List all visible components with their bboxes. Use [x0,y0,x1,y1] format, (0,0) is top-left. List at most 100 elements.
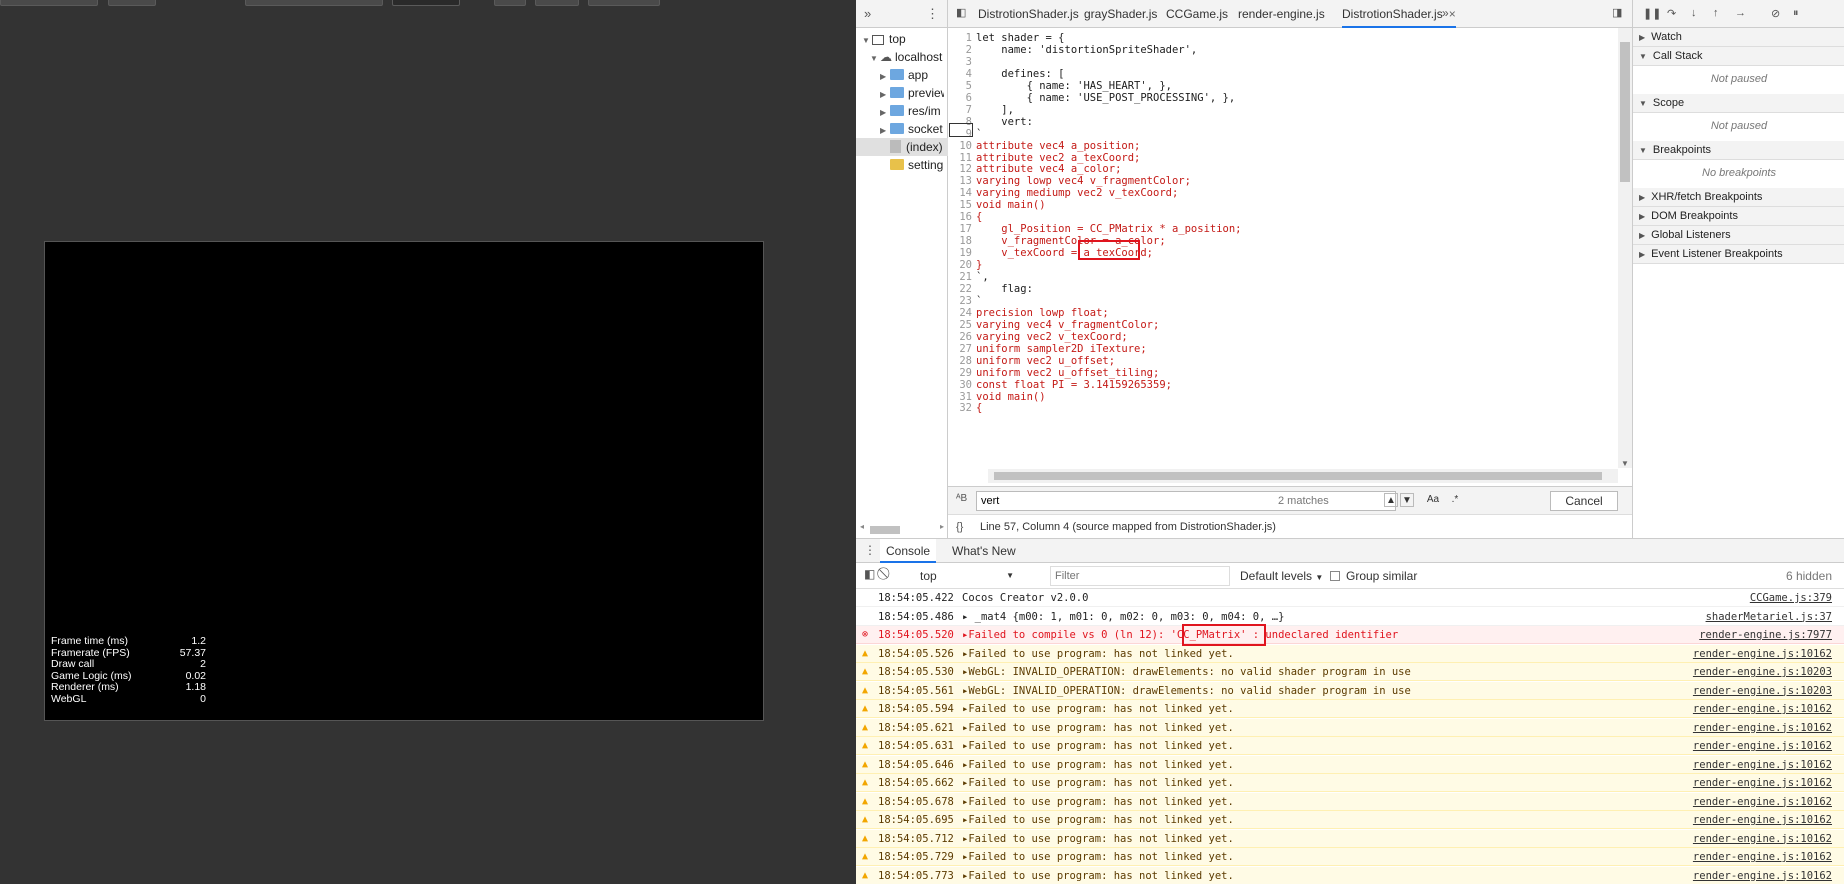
drawer-tab[interactable]: What's New [946,539,1022,563]
pause-on-exceptions-icon[interactable]: ⏸ [1793,7,1799,20]
tree-item[interactable]: ▶ res/im [880,102,944,120]
pane-header[interactable]: ▶ Event Listener Breakpoints [1633,245,1844,264]
source-link[interactable]: render-engine.js:10203 [1693,682,1832,700]
source-link[interactable]: render-engine.js:7977 [1699,626,1832,644]
pane-header[interactable]: ▼ Breakpoints [1633,141,1844,160]
toolbar-button[interactable] [494,0,526,6]
cancel-button[interactable]: Cancel [1550,491,1618,511]
find-input[interactable] [976,491,1396,511]
editor-tab[interactable]: render-engine.js [1238,0,1325,28]
source-link[interactable]: CCGame.js:379 [1750,589,1832,607]
console-message[interactable]: 18:54:05.422 Cocos Creator v2.0.0 CCGame.j… [856,589,1844,607]
console-message[interactable]: 18:54:05.486 ▸ _mat4 {m00: 1, m01: 0, m02… [856,608,1844,626]
pane-header[interactable]: ▶ XHR/fetch Breakpoints [1633,188,1844,207]
source-link[interactable]: render-engine.js:10162 [1693,774,1832,792]
step-into-icon[interactable]: ↓ [1691,7,1697,19]
code-view[interactable]: 1 let shader = {2 name: 'distortionSprite… [948,28,1632,486]
toolbar-button[interactable] [245,0,383,6]
source-link[interactable]: render-engine.js:10162 [1693,719,1832,737]
console-message[interactable]: ▲ 18:54:05.773 ▸Failed to use program: has… [856,866,1844,884]
pane-title: Event Listener Breakpoints [1651,248,1783,260]
pane-title: Scope [1652,97,1685,109]
kebab-menu-icon[interactable]: ⋮ [926,6,939,22]
editor-tab[interactable]: CCGame.js [1166,0,1228,28]
match-case-button[interactable]: Aa [1424,493,1442,507]
source-link[interactable]: render-engine.js:10203 [1693,663,1832,681]
source-link[interactable]: render-engine.js:10162 [1693,737,1832,755]
source-link[interactable]: render-engine.js:10162 [1693,830,1832,848]
source-link[interactable]: render-engine.js:10162 [1693,700,1832,718]
console-message[interactable]: ▲ 18:54:05.646 ▸Failed to use program: has… [856,755,1844,774]
tree-item[interactable]: setting [880,156,944,174]
replace-toggle-icon[interactable]: ᴬB [956,493,967,504]
source-link[interactable]: render-engine.js:10162 [1693,848,1832,866]
console-message[interactable]: ▲ 18:54:05.712 ▸Failed to use program: has… [856,829,1844,848]
tree-item[interactable]: ▶ app [880,66,944,84]
toggle-sidebar-icon[interactable]: ◧ [864,567,875,581]
editor-vertical-scrollbar[interactable]: ▼ [1618,28,1632,468]
more-tabs-icon[interactable]: » [1442,6,1449,20]
console-message[interactable]: ▲ 18:54:05.594 ▸Failed to use program: has… [856,700,1844,718]
pane-header[interactable]: ▼ Call Stack [1633,47,1844,66]
tree-item[interactable]: ▼ ☁ localhost [870,48,944,66]
console-message[interactable]: ▲ 18:54:05.526 ▸Failed to use program: has… [856,644,1844,663]
drawer-menu-icon[interactable]: ⋮ [864,543,876,557]
filter-input[interactable] [1050,566,1230,586]
pause-icon[interactable]: ❚❚ [1643,7,1661,20]
tree-item[interactable]: ▼ top [862,30,944,48]
pane-header[interactable]: ▶ Watch [1633,28,1844,47]
step-out-icon[interactable]: ↑ [1713,7,1719,19]
log-levels-dropdown[interactable]: Default levels ▼ [1240,567,1323,587]
toolbar-button[interactable] [392,0,460,6]
chevron-right-icon: ▶ [880,72,887,81]
toggle-navigator-icon[interactable]: ◧ [956,6,966,19]
toolbar-button[interactable] [588,0,660,6]
editor-tab[interactable]: DistrotionShader.js [978,0,1079,28]
pane-header[interactable]: ▼ Scope [1633,94,1844,113]
console-message[interactable]: ▲ 18:54:05.530 ▸WebGL: INVALID_OPERATION: … [856,663,1844,681]
tree-item[interactable]: (index) [856,138,948,156]
step-icon[interactable]: → [1735,7,1746,19]
source-link[interactable]: render-engine.js:10162 [1693,756,1832,774]
source-link[interactable]: shaderMetariel.js:37 [1706,608,1832,626]
previous-match-button[interactable]: ▲ [1384,493,1398,507]
console-message[interactable]: ▲ 18:54:05.631 ▸Failed to use program: has… [856,737,1844,755]
drawer-tab[interactable]: Console [880,539,937,563]
console-message[interactable]: ▲ 18:54:05.695 ▸Failed to use program: has… [856,811,1844,829]
pane-header[interactable]: ▶ DOM Breakpoints [1633,207,1844,226]
step-over-icon[interactable]: ↷ [1667,7,1676,20]
message-timestamp: 18:54:05.520 [878,629,954,641]
console-message[interactable]: ▲ 18:54:05.729 ▸Failed to use program: has… [856,848,1844,866]
group-similar-checkbox[interactable]: Group similar [1330,567,1417,585]
toolbar-button[interactable] [0,0,98,6]
navigator-scrollbar[interactable]: ◂ ▸ [860,522,944,536]
source-link[interactable]: render-engine.js:10162 [1693,811,1832,829]
source-link[interactable]: render-engine.js:10162 [1693,793,1832,811]
editor-horizontal-scrollbar[interactable] [988,469,1618,483]
deactivate-breakpoints-icon[interactable]: ⊘ [1771,7,1780,20]
message-timestamp: 18:54:05.631 [878,740,954,752]
toolbar-button[interactable] [108,0,156,6]
pane-body: No breakpoints [1702,167,1776,179]
regex-button[interactable]: .* [1448,493,1462,507]
editor-tab[interactable]: grayShader.js [1084,0,1157,28]
console-message[interactable]: ⊗ 18:54:05.520 ▸Failed to compile vs 0 (ln… [856,626,1844,644]
source-link[interactable]: render-engine.js:10162 [1693,867,1832,884]
source-link[interactable]: render-engine.js:10162 [1693,645,1832,663]
pretty-print-button[interactable]: {} [956,515,963,539]
game-canvas[interactable]: Frame time (ms) 1.2 Framerate (FPS) 57.37 Dr… [44,241,764,721]
console-message[interactable]: ▲ 18:54:05.621 ▸Failed to use program: has… [856,718,1844,737]
next-match-button[interactable]: ▼ [1400,493,1414,507]
toggle-debugger-icon[interactable]: ◨ [1612,6,1622,19]
more-tabs-icon[interactable]: » [864,6,871,21]
pane-header[interactable]: ▶ Global Listeners [1633,226,1844,245]
console-message[interactable]: ▲ 18:54:05.662 ▸Failed to use program: has… [856,774,1844,792]
close-icon[interactable]: × [1449,7,1456,21]
console-message[interactable]: ▲ 18:54:05.561 ▸WebGL: INVALID_OPERATION: … [856,681,1844,700]
tree-item[interactable]: ▶ preview [880,84,944,102]
tree-item[interactable]: ▶ socket [880,120,944,138]
console-message[interactable]: ▲ 18:54:05.678 ▸Failed to use program: has… [856,792,1844,811]
toolbar-button[interactable] [535,0,579,6]
editor-tab[interactable]: DistrotionShader.js × [1342,0,1456,28]
context-selector[interactable]: top ▼ [920,567,1020,585]
